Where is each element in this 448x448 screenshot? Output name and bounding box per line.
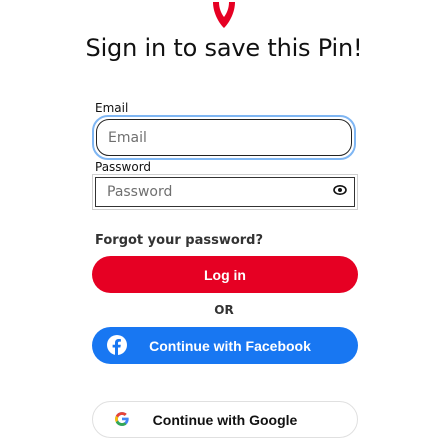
google-button-label: Continue with Google (152, 411, 298, 428)
password-field[interactable]: Password (95, 177, 355, 207)
facebook-icon (107, 335, 127, 355)
email-field[interactable]: Email (96, 119, 352, 156)
or-divider: OR (214, 303, 234, 317)
password-label: Password (95, 160, 152, 174)
facebook-login-button[interactable]: Continue with Facebook (92, 327, 358, 364)
login-button-label: Log in (204, 266, 246, 283)
email-field-focus-ring: Email (92, 115, 356, 160)
email-label: Email (95, 101, 129, 115)
facebook-button-label: Continue with Facebook (149, 337, 311, 354)
google-login-button[interactable]: Continue with Google (92, 401, 358, 438)
eye-icon[interactable] (333, 184, 347, 196)
forgot-password-link[interactable]: Forgot your password? (95, 233, 263, 248)
login-button[interactable]: Log in (92, 256, 358, 293)
google-icon (115, 412, 129, 426)
page-title: Sign in to save this Pin! (85, 34, 363, 62)
password-field-frame: Password (92, 174, 358, 210)
pinterest-heart-icon (213, 2, 235, 28)
